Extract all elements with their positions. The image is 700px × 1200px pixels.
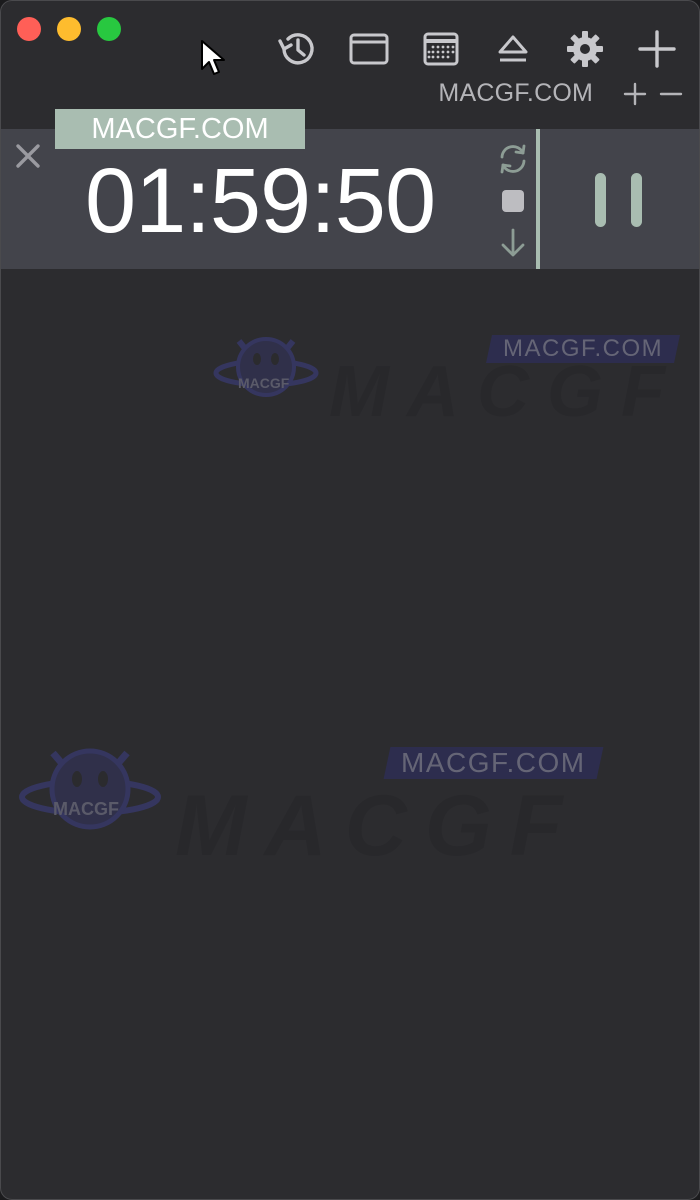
close-window-button[interactable]: [17, 17, 41, 41]
mascot-logo-icon: [19, 748, 161, 830]
timer-label[interactable]: MACGF.COM: [55, 109, 305, 149]
close-timer-icon[interactable]: [13, 141, 43, 171]
plus-icon[interactable]: [635, 27, 679, 71]
calendar-icon[interactable]: [419, 27, 463, 71]
zoom-window-button[interactable]: [97, 17, 121, 41]
watermark: MACGF MACGF.COM MACGF: [211, 329, 681, 432]
pause-icon[interactable]: [591, 173, 651, 229]
remove-timer-button[interactable]: [657, 80, 685, 108]
mascot-logo-icon: [213, 337, 319, 397]
watermark: MACGF MACGF.COM MACGF: [15, 741, 635, 874]
timer-side-controls: [491, 137, 535, 267]
timer-divider: [536, 129, 540, 269]
watermark-badge-label: MACGF: [53, 799, 119, 819]
pause-bar-right: [631, 173, 642, 227]
subbar: MACGF.COM: [438, 79, 685, 108]
add-timer-button[interactable]: [621, 80, 649, 108]
mouse-cursor-icon: [201, 40, 225, 75]
watermark-tag-label: MACGF.COM: [401, 747, 586, 778]
traffic-lights: [17, 17, 121, 41]
subbar-label: MACGF.COM: [438, 79, 593, 107]
toolbar: [247, 27, 679, 71]
window-icon[interactable]: [347, 27, 391, 71]
history-icon[interactable]: [275, 27, 319, 71]
eject-icon[interactable]: [491, 27, 535, 71]
timer-row: 01:59:50: [1, 129, 699, 269]
watermark-tag: MACGF.COM: [383, 747, 604, 779]
app-window: MACGF.COM MACGF.COM 01:59:50 MACGF MACGF…: [0, 0, 700, 1200]
watermark-wordmark: MACGF: [329, 352, 683, 432]
repeat-icon[interactable]: [495, 141, 531, 177]
watermark-badge-label: MACGF: [238, 375, 290, 391]
gear-icon[interactable]: [563, 27, 607, 71]
minimize-window-button[interactable]: [57, 17, 81, 41]
stop-icon[interactable]: [495, 183, 531, 219]
arrow-down-icon[interactable]: [495, 225, 531, 261]
watermark-wordmark: MACGF: [175, 778, 581, 874]
pause-bar-left: [595, 173, 606, 227]
timer-display: 01:59:50: [85, 150, 436, 252]
